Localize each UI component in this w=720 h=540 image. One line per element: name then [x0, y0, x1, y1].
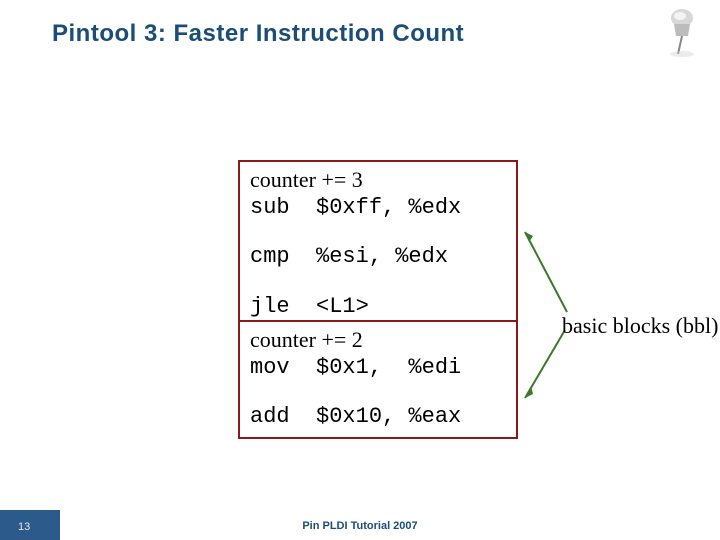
basic-block-1: counter += 3 sub $0xff, %edx cmp %esi, %… [238, 160, 518, 328]
slide-title: Pintool 3: Faster Instruction Count [52, 20, 464, 48]
pushpin-icon [660, 4, 708, 60]
asm-mov: mov $0x1, %edi [250, 354, 506, 382]
arrow-to-block1 [515, 220, 575, 320]
basic-blocks-label: basic blocks (bbl) [562, 313, 718, 339]
asm-add: add $0x10, %eax [250, 403, 506, 431]
blank-line [250, 271, 506, 293]
arrow-to-block2 [515, 326, 575, 416]
asm-sub: sub $0xff, %edx [250, 194, 506, 222]
asm-jle: jle <L1> [250, 293, 506, 321]
basic-block-2: counter += 2 mov $0x1, %edi add $0x10, %… [238, 320, 518, 439]
asm-cmp: cmp %esi, %edx [250, 243, 506, 271]
footer-text: Pin PLDI Tutorial 2007 [0, 520, 720, 532]
counter-increment-1: counter += 3 [250, 166, 506, 194]
counter-increment-2: counter += 2 [250, 326, 506, 354]
blank-line [250, 221, 506, 243]
blank-line [250, 381, 506, 403]
